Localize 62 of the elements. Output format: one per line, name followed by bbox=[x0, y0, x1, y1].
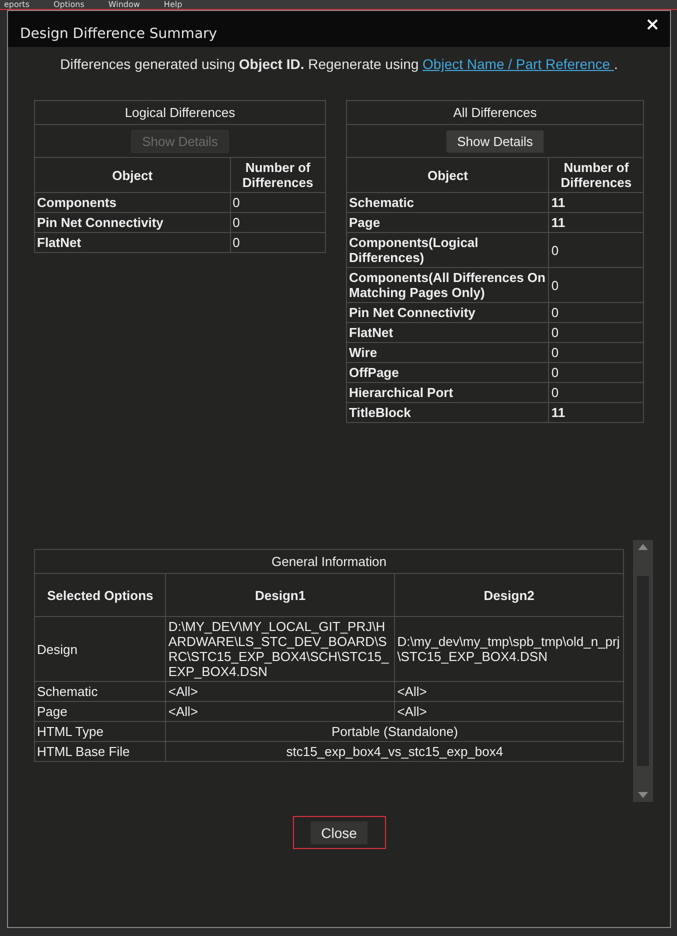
regenerate-link[interactable]: Object Name / Part Reference bbox=[422, 56, 614, 72]
table-cell: 0 bbox=[548, 232, 644, 268]
table-cell: <All> bbox=[394, 682, 624, 702]
close-button[interactable]: Close bbox=[310, 820, 368, 844]
column-header: Number of Differences bbox=[230, 158, 326, 192]
table-cell: 0 bbox=[548, 362, 644, 382]
intro-text: Differences generated using Object ID. Regenerate using Object Name / Part Reference . bbox=[59, 55, 619, 72]
table-cell: 0 bbox=[548, 382, 644, 402]
table-cell: Page bbox=[346, 212, 549, 232]
column-header: Object bbox=[346, 158, 549, 192]
table-title: Logical Differences bbox=[34, 100, 326, 124]
column-header: Design2 bbox=[394, 574, 624, 616]
column-header: Design1 bbox=[166, 574, 395, 616]
table-cell: FlatNet bbox=[346, 322, 549, 342]
table-cell: Design bbox=[34, 616, 166, 682]
table-cell: 0 bbox=[548, 268, 644, 302]
table-cell: 0 bbox=[548, 342, 644, 362]
close-icon[interactable] bbox=[647, 19, 658, 30]
column-header: Selected Options bbox=[34, 574, 166, 616]
table-cell: stc15_exp_box4_vs_stc15_exp_box4 bbox=[166, 742, 624, 762]
table-cell: HTML Base File bbox=[34, 742, 166, 762]
table-title: General Information bbox=[34, 550, 624, 574]
table-cell: FlatNet bbox=[34, 232, 230, 252]
table-cell: 0 bbox=[230, 212, 326, 232]
table-cell: Page bbox=[34, 702, 166, 722]
column-header: Object bbox=[34, 158, 230, 192]
table-cell: 11 bbox=[548, 212, 644, 232]
show-details-button[interactable]: Show Details bbox=[446, 130, 544, 152]
table-cell: Pin Net Connectivity bbox=[346, 302, 549, 322]
scroll-down-icon[interactable] bbox=[638, 792, 648, 798]
table-cell: HTML Type bbox=[34, 722, 166, 742]
table-cell: D:\my_dev\my_tmp\spb_tmp\old_n_prj\STC15_EXP_BOX4.DSN bbox=[394, 616, 624, 682]
table-cell: Portable (Standalone) bbox=[166, 722, 624, 742]
table-cell: Components(All Differences On Matching Pages Only) bbox=[346, 268, 549, 302]
scrollbar[interactable] bbox=[633, 540, 653, 802]
table-cell: Schematic bbox=[34, 682, 166, 702]
menu-item[interactable]: Window bbox=[108, 0, 140, 9]
table-cell: Wire bbox=[346, 342, 549, 362]
table-cell: 0 bbox=[548, 302, 644, 322]
table-cell: <All> bbox=[166, 682, 395, 702]
table-cell: TitleBlock bbox=[346, 402, 549, 422]
table-cell: <All> bbox=[166, 702, 395, 722]
table-cell: 11 bbox=[548, 402, 644, 422]
table-cell: Schematic bbox=[346, 192, 549, 212]
scroll-up-icon[interactable] bbox=[638, 544, 648, 550]
window-title: Design Difference Summary bbox=[20, 26, 218, 42]
table-cell: Hierarchical Port bbox=[346, 382, 549, 402]
menu-item[interactable]: Options bbox=[54, 0, 84, 9]
column-header: Number of Differences bbox=[548, 158, 644, 192]
table-cell: Components bbox=[34, 192, 230, 212]
table-title: All Differences bbox=[346, 100, 644, 124]
table-cell: <All> bbox=[394, 702, 624, 722]
menu-item[interactable]: eports bbox=[4, 0, 30, 9]
table-cell: Pin Net Connectivity bbox=[34, 212, 230, 232]
table-cell: 0 bbox=[230, 232, 326, 252]
menu-item[interactable]: Help bbox=[164, 0, 182, 9]
table-cell: D:\MY_DEV\MY_LOCAL_GIT_PRJ\HARDWARE\LS_STC_DEV_BOARD\SRC\STC15_EXP_BOX4\SCH\STC15_EXP_BOX4.DSN bbox=[166, 616, 395, 682]
table-cell: Components(Logical Differences) bbox=[346, 232, 549, 268]
table-cell: OffPage bbox=[346, 362, 549, 382]
table-cell: 0 bbox=[230, 192, 326, 212]
table-cell: 0 bbox=[548, 322, 644, 342]
table-cell: 11 bbox=[548, 192, 644, 212]
